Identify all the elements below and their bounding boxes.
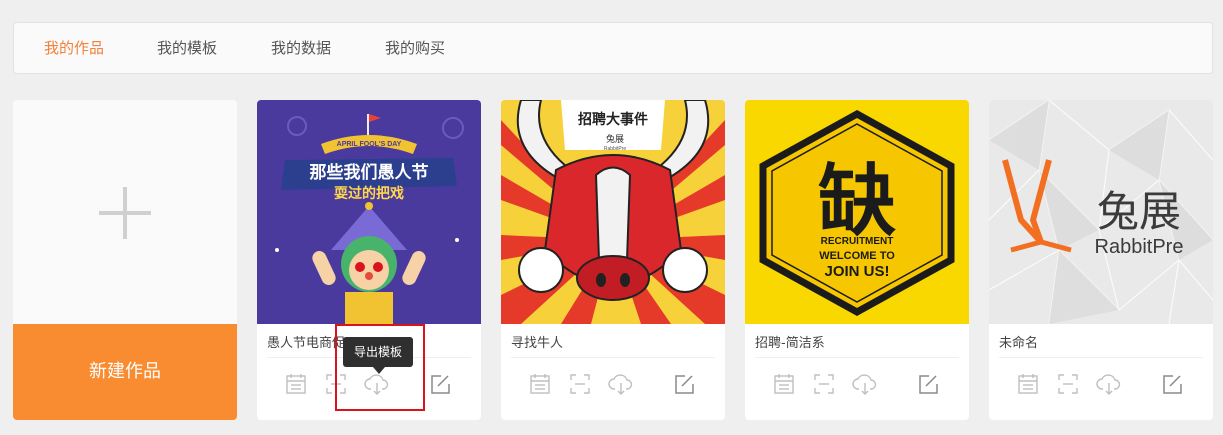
headline-line2: 耍过的把戏	[334, 185, 404, 202]
work-card[interactable]: 缺 RECRUITMENT WELCOME TO JOIN US! 招聘-简洁系	[745, 100, 969, 420]
brand-text: 兔展	[606, 133, 624, 145]
cloud-download-icon[interactable]	[608, 372, 636, 400]
card-actions	[989, 372, 1213, 404]
edit-icon[interactable]	[916, 372, 944, 400]
calendar-icon[interactable]	[528, 372, 556, 400]
cloud-download-icon[interactable]	[1096, 372, 1124, 400]
highlight-box	[335, 324, 425, 411]
work-thumbnail[interactable]: APRIL FOOL'S DAY 那些我们愚人节 耍过的把戏	[257, 100, 481, 324]
headline-text: 招聘大事件	[578, 111, 648, 128]
qr-scan-icon[interactable]	[568, 372, 596, 400]
headline-line1: 那些我们愚人节	[310, 162, 429, 183]
tab-my-data[interactable]: 我的数据	[271, 23, 331, 73]
big-character: 缺	[818, 157, 896, 247]
work-card[interactable]: 兔展 RabbitPre 未命名	[989, 100, 1213, 420]
work-thumbnail[interactable]: 缺 RECRUITMENT WELCOME TO JOIN US!	[745, 100, 969, 324]
tab-my-templates[interactable]: 我的模板	[157, 23, 217, 73]
calendar-icon[interactable]	[772, 372, 800, 400]
new-work-button[interactable]: 新建作品	[13, 324, 237, 420]
edit-icon[interactable]	[1160, 372, 1188, 400]
banner-text: APRIL FOOL'S DAY	[337, 141, 402, 148]
brand-text: 兔展	[1097, 187, 1181, 236]
work-thumbnail[interactable]: 兔展 RabbitPre	[989, 100, 1213, 324]
work-card[interactable]: 招聘大事件 兔展 RabbitPre 寻找牛人	[501, 100, 725, 420]
edit-icon[interactable]	[672, 372, 700, 400]
divider	[999, 357, 1203, 358]
tab-my-purchases[interactable]: 我的购买	[385, 23, 445, 73]
qr-scan-icon[interactable]	[812, 372, 840, 400]
tab-my-works[interactable]: 我的作品	[44, 23, 104, 73]
work-thumbnail[interactable]: 招聘大事件 兔展 RabbitPre	[501, 100, 725, 324]
plus-icon[interactable]	[13, 100, 237, 324]
welcome-text: WELCOME TO	[819, 250, 895, 262]
new-work-card[interactable]: 新建作品	[13, 100, 237, 420]
work-title[interactable]: 寻找牛人	[511, 332, 715, 352]
recruitment-text: RECRUITMENT	[821, 236, 894, 247]
brand-en-text: RabbitPre	[604, 146, 626, 152]
tab-bar: 我的作品 我的模板 我的数据 我的购买	[13, 22, 1213, 74]
divider	[511, 357, 715, 358]
work-title[interactable]: 招聘-简洁系	[755, 332, 959, 352]
calendar-icon[interactable]	[1016, 372, 1044, 400]
cloud-download-icon[interactable]	[852, 372, 880, 400]
qr-scan-icon[interactable]	[1056, 372, 1084, 400]
divider	[755, 357, 959, 358]
brand-en-text: RabbitPre	[1095, 236, 1184, 258]
join-us-text: JOIN US!	[824, 263, 889, 280]
edit-icon[interactable]	[428, 372, 456, 400]
card-actions	[745, 372, 969, 404]
work-title[interactable]: 未命名	[999, 332, 1203, 352]
calendar-icon[interactable]	[284, 372, 312, 400]
card-actions	[501, 372, 725, 404]
